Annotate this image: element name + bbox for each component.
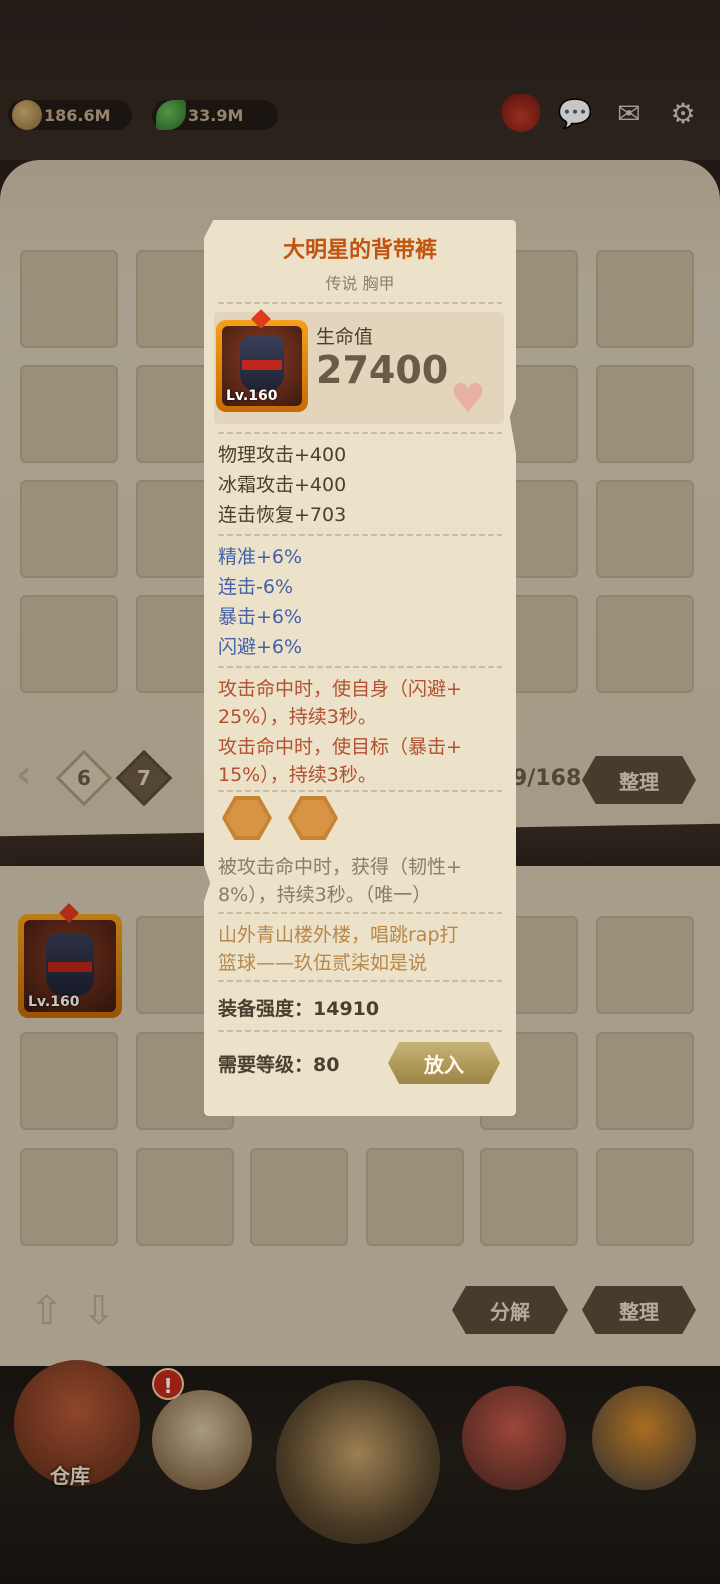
bonus-stat: 精准+6%: [218, 546, 303, 568]
item-name: 大明星的背带裤: [282, 238, 437, 263]
bonus-stat: 闪避+6%: [218, 636, 303, 658]
separator: [218, 666, 502, 668]
item-icon: Lv.160: [216, 309, 308, 412]
item-detail-popup: 大明星的背带裤 传说 胸甲 Lv.160 生命值 27400 ♥ 物理攻击+40…: [204, 220, 516, 1116]
effect-text: 攻击命中时，使目标（暴击+: [218, 736, 462, 758]
heart-icon: ♥: [450, 376, 486, 422]
separator: [218, 790, 502, 792]
bonus-stat: 暴击+6%: [218, 606, 303, 628]
effect-text: 攻击命中时，使自身（闪避+: [218, 678, 462, 700]
item-rarity-type: 传说 胸甲: [325, 274, 395, 293]
base-stat: 物理攻击+400: [218, 444, 347, 466]
socket-slot[interactable]: [288, 796, 338, 840]
separator: [218, 1030, 502, 1032]
bonus-stat: 连击-6%: [218, 576, 293, 598]
item-level: Lv.160: [226, 388, 278, 404]
place-button[interactable]: 放入: [388, 1042, 500, 1084]
separator: [218, 302, 502, 304]
separator: [218, 534, 502, 536]
main-stat-value: 27400: [316, 348, 449, 392]
main-stat-label: 生命值: [316, 326, 374, 348]
effect-text: 15%），持续3秒。: [218, 764, 377, 786]
overalls-strap: [242, 360, 282, 370]
flavor-text: 篮球——玖伍贰柒如是说: [218, 952, 428, 974]
passive-text: 8%），持续3秒。（唯一）: [218, 884, 432, 906]
separator: [218, 980, 502, 982]
required-level: 需要等级：80: [218, 1054, 340, 1076]
base-stat: 连击恢复+703: [218, 504, 347, 526]
separator: [218, 432, 502, 434]
flavor-text: 山外青山楼外楼，唱跳rap打: [218, 924, 459, 946]
base-stat: 冰霜攻击+400: [218, 474, 347, 496]
effect-text: 25%），持续3秒。: [218, 706, 377, 728]
equipment-strength: 装备强度：14910: [218, 998, 380, 1020]
socket-slot[interactable]: [222, 796, 272, 840]
passive-text: 被攻击命中时，获得（韧性+: [218, 856, 462, 878]
separator: [218, 912, 502, 914]
